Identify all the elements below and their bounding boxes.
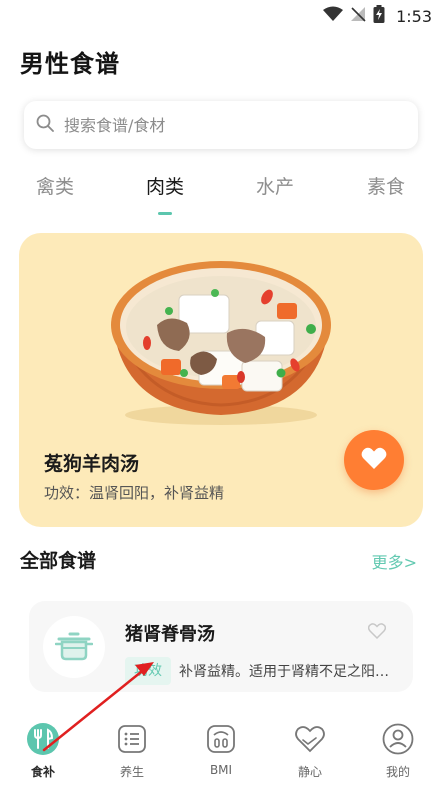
favorite-button[interactable] bbox=[344, 430, 404, 490]
nav-label-food-tonic: 食补 bbox=[30, 765, 55, 779]
list-item[interactable]: 猪肾脊骨汤 功效 补肾益精。适用于肾精不足之阳痿... bbox=[29, 601, 413, 692]
cooking-pot-icon bbox=[54, 628, 94, 666]
tab-vegetarian[interactable]: 素食 bbox=[346, 172, 426, 199]
search-bar[interactable] bbox=[24, 101, 418, 149]
more-link[interactable]: 更多> bbox=[372, 549, 417, 573]
tab-meat[interactable]: 肉类 bbox=[125, 172, 205, 199]
heart-icon bbox=[361, 446, 387, 474]
nav-item-calm[interactable]: 静心 bbox=[280, 722, 340, 780]
nav-label-calm: 静心 bbox=[297, 765, 322, 779]
recipe-name: 猪肾脊骨汤 bbox=[125, 624, 215, 645]
featured-recipe-card[interactable]: 菟狗羊肉汤 功效：温肾回阳，补肾益精 bbox=[19, 233, 423, 527]
profile-icon bbox=[381, 722, 415, 756]
tab-seafood[interactable]: 水产 bbox=[235, 172, 315, 199]
wifi-icon bbox=[323, 6, 344, 26]
status-time: 1:53 bbox=[396, 6, 432, 26]
category-tabs: 禽类 肉类 水产 素食 bbox=[0, 172, 442, 218]
status-bar: 1:53 bbox=[0, 0, 442, 32]
nav-item-food-tonic[interactable]: 食补 bbox=[13, 722, 73, 780]
nav-label-health: 养生 bbox=[119, 765, 144, 779]
search-icon bbox=[36, 114, 54, 136]
nav-item-health[interactable]: 养生 bbox=[102, 722, 162, 780]
bottom-nav: 食补 养生 BMI 静心 我的 bbox=[0, 710, 442, 787]
soup-bowl-illustration bbox=[111, 261, 331, 425]
page-title: 男性食谱 bbox=[20, 50, 120, 78]
nav-item-mine[interactable]: 我的 bbox=[368, 722, 428, 780]
heart-hand-icon bbox=[293, 722, 327, 756]
efficacy-tag: 功效 bbox=[125, 657, 171, 685]
featured-recipe-effect: 功效：温肾回阳，补肾益精 bbox=[44, 484, 225, 502]
featured-recipe-name: 菟狗羊肉汤 bbox=[44, 453, 140, 475]
recipe-description: 补肾益精。适用于肾精不足之阳痿... bbox=[179, 664, 401, 680]
nav-label-bmi: BMI bbox=[209, 763, 233, 777]
nav-label-mine: 我的 bbox=[385, 765, 410, 779]
health-list-icon bbox=[115, 722, 149, 756]
food-tonic-icon bbox=[26, 722, 60, 756]
heart-outline-icon[interactable] bbox=[367, 623, 387, 643]
section-title: 全部食谱 bbox=[20, 550, 97, 572]
nav-item-bmi[interactable]: BMI bbox=[191, 722, 251, 777]
battery-charging-icon bbox=[373, 5, 385, 27]
tab-poultry[interactable]: 禽类 bbox=[15, 172, 95, 199]
recipe-thumbnail bbox=[43, 616, 105, 678]
active-tab-indicator bbox=[158, 212, 172, 215]
scale-icon bbox=[204, 722, 238, 756]
search-input[interactable] bbox=[64, 115, 384, 135]
no-signal-icon bbox=[350, 6, 366, 26]
